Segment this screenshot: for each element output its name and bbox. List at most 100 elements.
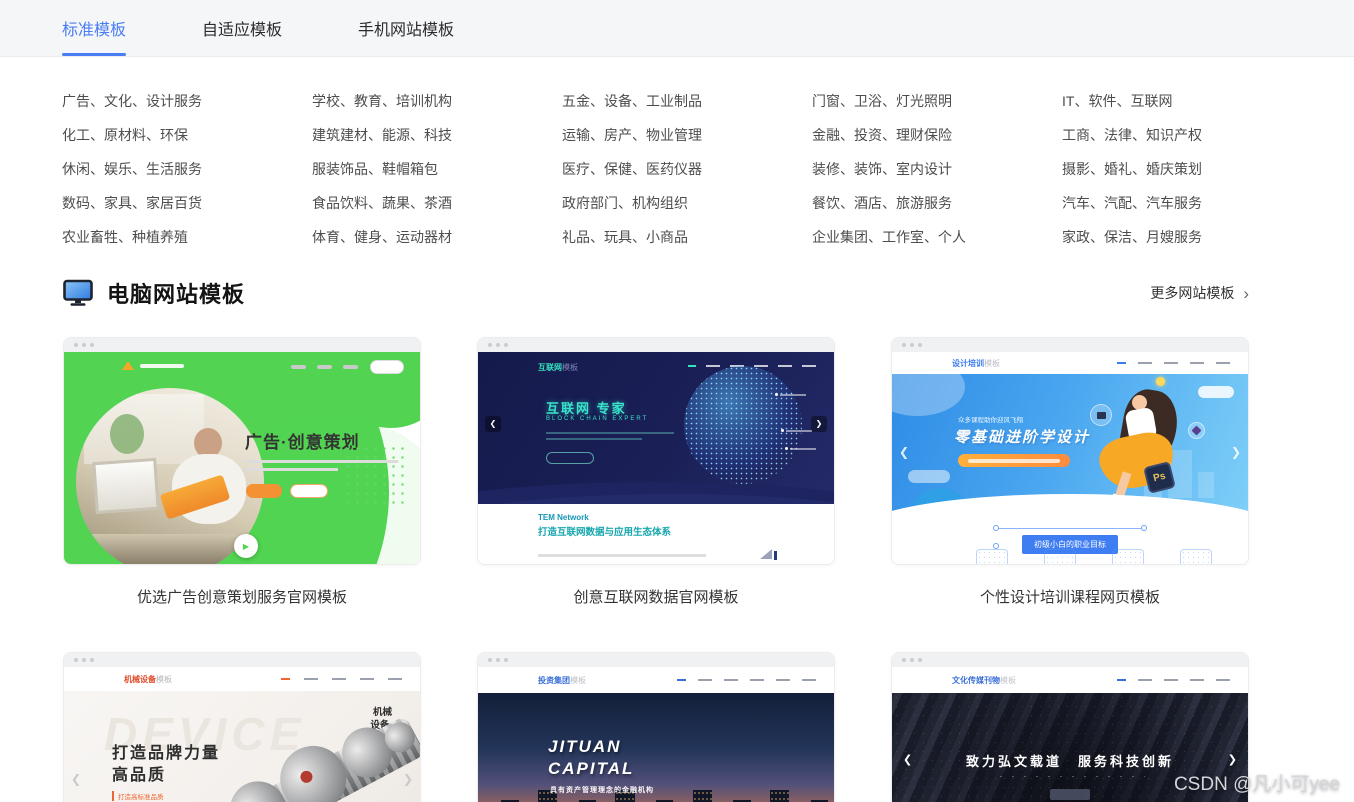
template-logo: 互联网模板 [538, 362, 578, 373]
feature-icons-row [976, 549, 1248, 565]
category-link[interactable]: 学校、教育、培训机构 [312, 84, 562, 118]
lightbulb-icon [1156, 377, 1165, 386]
template-caption[interactable]: 个性设计培训课程网页模板 [891, 586, 1249, 607]
text-placeholder [546, 432, 674, 434]
template-section-subtitle: 打造互联网数据与应用生态体系 [538, 524, 671, 538]
category-link[interactable]: 农业畜牲、种植养殖 [62, 220, 312, 254]
pc-templates-section-header: 电脑网站模板 更多网站模板 › [63, 277, 1249, 309]
text-placeholder [538, 554, 706, 557]
cta-button-placeholder [290, 484, 328, 498]
industry-category-grid: 广告、文化、设计服务 学校、教育、培训机构 五金、设备、工业制品 门窗、卫浴、灯… [62, 84, 1312, 254]
template-logo: 机械设备模板 [124, 674, 172, 685]
category-link[interactable]: 体育、健身、运动器材 [312, 220, 562, 254]
template-grid-row1: ▶ 广告·创意策划 优选广告创意策划服务官网模板 互联网模板 互联网 专家 BL… [63, 337, 1249, 607]
category-link[interactable]: 数码、家具、家居百货 [62, 186, 312, 220]
browser-topbar [892, 338, 1248, 352]
light-hero: DEVICE 打造品牌力量 高品质 打造高标准品质 拥有资深专业技术团队 机械设… [64, 691, 420, 802]
browser-topbar [64, 338, 420, 352]
monitor-icon [63, 279, 93, 307]
template-card-investment[interactable]: 投资集团模板 JITUAN CAPITAL 具有资产管理理念的金融机构 [477, 652, 835, 802]
cloud-shape [908, 470, 950, 483]
template-logo: 设计培训模板 [952, 358, 1000, 369]
cta-button-placeholder [546, 452, 594, 464]
template-logo: 文化传媒刊物模板 [952, 675, 1016, 686]
category-link[interactable]: 食品饮料、蔬果、茶酒 [312, 186, 562, 220]
spaced-text-placeholder [995, 775, 1145, 778]
play-button-icon: ▶ [234, 534, 258, 558]
category-link[interactable]: 建筑建材、能源、科技 [312, 118, 562, 152]
template-nav-placeholder [665, 679, 816, 681]
template-hero-title: CAPITAL [548, 759, 634, 779]
cloud-shape [1198, 386, 1234, 398]
template-card-internet[interactable]: 互联网模板 互联网 专家 BLOCK CHAIN EXPERT ❮ ❯ [477, 337, 835, 565]
tab-standard-template[interactable]: 标准模板 [62, 0, 126, 56]
city-hero: JITUAN CAPITAL 具有资产管理理念的金融机构 [478, 693, 834, 802]
category-link[interactable]: 医疗、保健、医药仪器 [562, 152, 812, 186]
tab-mobile-template[interactable]: 手机网站模板 [358, 0, 454, 56]
page-title: 电脑网站模板 [107, 277, 245, 309]
template-logo [122, 361, 184, 370]
category-link[interactable]: 礼品、玩具、小商品 [562, 220, 812, 254]
template-subtitle: 具有资产管理理念的金融机构 [550, 785, 654, 795]
category-link[interactable]: 金融、投资、理财保险 [812, 118, 1062, 152]
category-link[interactable]: 政府部门、机构组织 [562, 186, 812, 220]
category-link[interactable]: 摄影、婚礼、婚庆策划 [1062, 152, 1312, 186]
category-link[interactable]: 化工、原材料、环保 [62, 118, 312, 152]
chevron-right-icon: › [1243, 285, 1249, 302]
template-header: 投资集团模板 [478, 667, 834, 693]
template-accent-line: 打造高标准品质 [112, 791, 164, 801]
category-link[interactable]: 汽车、汽配、汽车服务 [1062, 186, 1312, 220]
blue-hero: 众多课程助你迎风飞翔 零基础进阶学设计 Ps ❮ [892, 374, 1248, 526]
carousel-next-icon: ❯ [1231, 446, 1241, 458]
carousel-next-icon: ❯ [811, 416, 827, 432]
browser-topbar [478, 653, 834, 667]
orange-pill-placeholder [958, 454, 1070, 467]
template-hero-title: 广告·创意策划 [245, 428, 360, 453]
tab-adaptive-template[interactable]: 自适应模板 [202, 0, 282, 56]
template-hero-title: 打造品牌力量 [112, 739, 220, 763]
text-placeholder [546, 438, 642, 440]
category-link[interactable]: 休闲、娱乐、生活服务 [62, 152, 312, 186]
csdn-watermark: CSDN @凡小可yee [1174, 769, 1340, 796]
category-link[interactable]: 广告、文化、设计服务 [62, 84, 312, 118]
category-link[interactable]: 运输、房产、物业管理 [562, 118, 812, 152]
template-card-machinery[interactable]: 机械设备模板 DEVICE 打造品牌力量 高品质 打造高标准品质 拥有资深专业技… [63, 652, 421, 802]
template-tagline: 众多课程助你迎风飞翔 [958, 414, 1023, 424]
category-link[interactable]: 门窗、卫浴、灯光照明 [812, 84, 1062, 118]
template-section-title: TEM Network [538, 513, 589, 522]
category-link[interactable]: 装修、装饰、室内设计 [812, 152, 1062, 186]
particle-globe-graphic [684, 366, 802, 484]
category-link[interactable]: 五金、设备、工业制品 [562, 84, 812, 118]
callout-line [786, 430, 812, 432]
more-templates-label: 更多网站模板 [1150, 283, 1234, 303]
category-link[interactable]: 工商、法律、知识产权 [1062, 118, 1312, 152]
dots-row-decoration [531, 496, 780, 498]
template-caption[interactable]: 优选广告创意策划服务官网模板 [63, 586, 421, 607]
template-hero-title: 高品质 [112, 761, 166, 785]
category-link[interactable]: 餐饮、酒店、旅游服务 [812, 186, 1062, 220]
template-hero-title: 零基础进阶学设计 [954, 426, 1090, 447]
template-caption[interactable]: 创意互联网数据官网模板 [477, 586, 835, 607]
category-link[interactable]: 企业集团、工作室、个人 [812, 220, 1062, 254]
template-card-design-training[interactable]: 设计培训模板 众多课程助你迎风飞翔 零基础进阶学设计 [891, 337, 1249, 565]
browser-topbar [892, 653, 1248, 667]
browser-topbar [478, 338, 834, 352]
template-header: 文化传媒刊物模板 [892, 667, 1248, 693]
template-card-advertising[interactable]: ▶ 广告·创意策划 [63, 337, 421, 565]
carousel-next-icon: ❯ [1228, 755, 1237, 766]
more-templates-link[interactable]: 更多网站模板 › [1150, 283, 1249, 303]
category-link[interactable]: 家政、保洁、月嫂服务 [1062, 220, 1312, 254]
template-grid-row2: 机械设备模板 DEVICE 打造品牌力量 高品质 打造高标准品质 拥有资深专业技… [63, 652, 1249, 802]
city-skyline [478, 784, 834, 802]
dot-grid-decoration [344, 444, 408, 510]
template-hero-title: 互联网 专家 [546, 398, 627, 417]
carousel-prev-icon: ❮ [485, 416, 501, 432]
template-hero-subtitle: BLOCK CHAIN EXPERT [546, 416, 648, 422]
category-link[interactable]: IT、软件、互联网 [1062, 84, 1312, 118]
template-type-tabbar: 标准模板 自适应模板 手机网站模板 [0, 0, 1354, 57]
category-link[interactable]: 服装饰品、鞋帽箱包 [312, 152, 562, 186]
carousel-prev-icon: ❮ [71, 773, 81, 785]
browser-topbar [64, 653, 420, 667]
sail-logo-graphic [760, 549, 772, 559]
cta-button-placeholder [246, 484, 282, 498]
